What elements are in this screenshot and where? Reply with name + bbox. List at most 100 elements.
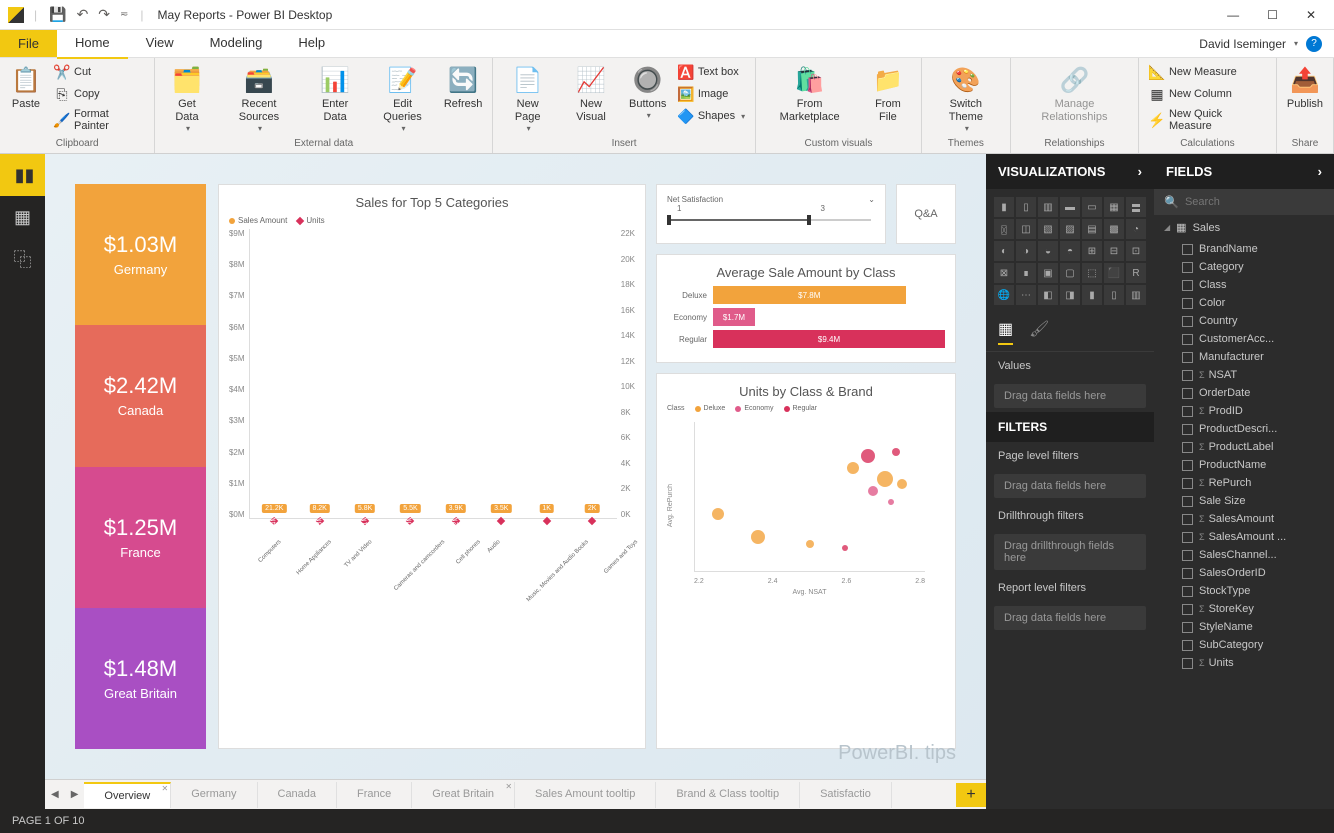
viz-type-icon[interactable]: ⊟	[1104, 241, 1124, 261]
field-checkbox[interactable]	[1182, 298, 1193, 309]
kpi-card[interactable]: $1.48MGreat Britain	[75, 608, 206, 749]
edit-queries-button[interactable]: 📝Edit Queries	[369, 62, 436, 135]
page-tab[interactable]: Satisfactio	[800, 782, 892, 808]
bubble[interactable]	[712, 508, 724, 520]
fields-tab-icon[interactable]: ▦	[998, 319, 1013, 345]
viz-type-icon[interactable]: ▦	[1104, 197, 1124, 217]
kpi-card[interactable]: $2.42MCanada	[75, 325, 206, 466]
model-view-button[interactable]: ⿻	[0, 238, 45, 280]
report-filters-drop[interactable]: Drag data fields here	[994, 606, 1146, 630]
hbar[interactable]: $9.4M	[713, 330, 945, 348]
switch-theme-button[interactable]: 🎨Switch Theme	[928, 62, 1004, 135]
viz-type-icon[interactable]: ⋯	[1016, 285, 1036, 305]
file-menu[interactable]: File	[0, 30, 57, 57]
tab-scroll-right[interactable]: ▶	[65, 789, 85, 800]
publish-button[interactable]: 📤Publish	[1283, 62, 1327, 113]
buttons-button[interactable]: 🔘Buttons	[626, 62, 670, 122]
viz-type-icon[interactable]: ◨	[1060, 285, 1080, 305]
get-data-button[interactable]: 🗂️Get Data	[161, 62, 212, 135]
bubble[interactable]	[888, 499, 894, 505]
field-checkbox[interactable]	[1182, 370, 1193, 381]
qna-visual[interactable]: Q&A	[896, 184, 956, 244]
kpi-card[interactable]: $1.25MFrance	[75, 467, 206, 608]
field-item[interactable]: CustomerAcc...	[1154, 330, 1334, 348]
field-item[interactable]: StockType	[1154, 582, 1334, 600]
bubble[interactable]	[847, 462, 859, 474]
field-checkbox[interactable]	[1182, 316, 1193, 327]
field-checkbox[interactable]	[1182, 388, 1193, 399]
viz-type-icon[interactable]: 🌐	[994, 285, 1014, 305]
minimize-button[interactable]: —	[1227, 8, 1239, 22]
field-checkbox[interactable]	[1182, 496, 1193, 507]
field-checkbox[interactable]	[1182, 604, 1193, 615]
viz-type-icon[interactable]: ▯	[1104, 285, 1124, 305]
page-tab[interactable]: Great Britain✕	[412, 782, 515, 808]
image-button[interactable]: 🖼️Image	[674, 84, 749, 104]
field-item[interactable]: ΣStoreKey	[1154, 600, 1334, 618]
page-tab[interactable]: Germany	[171, 782, 257, 808]
viz-type-icon[interactable]: ▥	[1038, 197, 1058, 217]
field-checkbox[interactable]	[1182, 262, 1193, 273]
field-item[interactable]: ProductDescri...	[1154, 420, 1334, 438]
field-item[interactable]: SubCategory	[1154, 636, 1334, 654]
user-chevron-icon[interactable]: ▾	[1294, 39, 1298, 48]
viz-type-icon[interactable]: ◒	[1038, 241, 1058, 261]
recent-sources-button[interactable]: 🗃️Recent Sources	[217, 62, 302, 135]
field-checkbox[interactable]	[1182, 442, 1193, 453]
viz-type-icon[interactable]: 〓	[1126, 197, 1146, 217]
viz-type-icon[interactable]: ▢	[1060, 263, 1080, 283]
field-checkbox[interactable]	[1182, 586, 1193, 597]
qat-customize-icon[interactable]: ≂	[118, 7, 130, 22]
page-filters-drop[interactable]: Drag data fields here	[994, 474, 1146, 498]
paste-button[interactable]: 📋 Paste	[6, 62, 46, 113]
viz-type-icon[interactable]: ▥	[1126, 285, 1146, 305]
viz-type-icon[interactable]: ▣	[1038, 263, 1058, 283]
viz-type-icon[interactable]: ▤	[1082, 219, 1102, 239]
tab-close-icon[interactable]: ✕	[505, 782, 512, 791]
page-tab[interactable]: Canada	[258, 782, 338, 808]
new-quick-measure-button[interactable]: ⚡New Quick Measure	[1145, 106, 1270, 134]
page-tab[interactable]: Overview✕	[84, 782, 171, 808]
tab-scroll-left[interactable]: ◀	[45, 789, 65, 800]
viz-type-icon[interactable]: ▯	[1016, 197, 1036, 217]
shapes-button[interactable]: 🔷Shapes	[674, 106, 749, 126]
bubble[interactable]	[868, 486, 878, 496]
new-page-button[interactable]: 📄New Page	[499, 62, 556, 135]
collapse-icon[interactable]: ›	[1138, 164, 1142, 179]
enter-data-button[interactable]: 📊Enter Data	[305, 62, 365, 126]
kpi-card[interactable]: $1.03MGermany	[75, 184, 206, 325]
field-checkbox[interactable]	[1182, 532, 1193, 543]
field-checkbox[interactable]	[1182, 460, 1193, 471]
save-icon[interactable]: 💾	[47, 4, 68, 25]
bar-chart-visual[interactable]: Sales for Top 5 Categories Sales Amount …	[218, 184, 646, 749]
bubble[interactable]	[897, 479, 907, 489]
menu-tab-help[interactable]: Help	[280, 28, 343, 57]
new-measure-button[interactable]: 📐New Measure	[1145, 62, 1270, 82]
field-item[interactable]: ΣSalesAmount	[1154, 510, 1334, 528]
field-checkbox[interactable]	[1182, 640, 1193, 651]
field-checkbox[interactable]	[1182, 352, 1193, 363]
viz-type-icon[interactable]: ◔	[1126, 219, 1146, 239]
viz-type-icon[interactable]: ▩	[1104, 219, 1124, 239]
field-checkbox[interactable]	[1182, 280, 1193, 291]
field-item[interactable]: Category	[1154, 258, 1334, 276]
menu-tab-modeling[interactable]: Modeling	[192, 28, 281, 57]
bubble[interactable]	[842, 545, 848, 551]
copy-button[interactable]: ⎘Copy	[50, 84, 148, 104]
field-item[interactable]: ΣRePurch	[1154, 474, 1334, 492]
data-view-button[interactable]: ▦	[0, 196, 45, 238]
viz-type-icon[interactable]: ⬛	[1104, 263, 1124, 283]
field-item[interactable]: SalesOrderID	[1154, 564, 1334, 582]
fields-search[interactable]: 🔍	[1154, 189, 1334, 215]
from-file-button[interactable]: 📁From File	[861, 62, 915, 126]
values-drop-zone[interactable]: Drag data fields here	[994, 384, 1146, 408]
page-tab[interactable]: Sales Amount tooltip	[515, 782, 656, 808]
page-tab[interactable]: France	[337, 782, 412, 808]
manage-relationships-button[interactable]: 🔗Manage Relationships	[1017, 62, 1132, 126]
new-column-button[interactable]: ▦New Column	[1145, 84, 1270, 104]
viz-type-icon[interactable]: ◫	[1016, 219, 1036, 239]
viz-type-icon[interactable]: ▨	[1060, 219, 1080, 239]
bubble[interactable]	[892, 448, 900, 456]
viz-type-icon[interactable]: ◐	[994, 241, 1014, 261]
field-checkbox[interactable]	[1182, 334, 1193, 345]
